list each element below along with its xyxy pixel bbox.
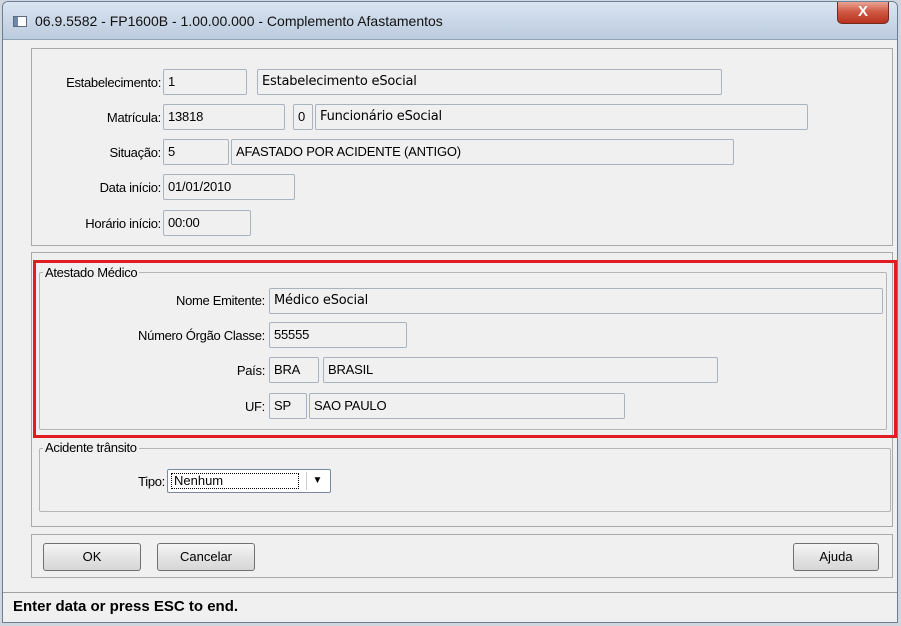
application-window: 06.9.5582 - FP1600B - 1.00.00.000 - Comp… — [2, 1, 898, 623]
data-inicio-label: Data início: — [99, 180, 162, 195]
matricula-digit-field[interactable]: 0 — [293, 104, 313, 130]
tipo-selected-value: Nenhum — [171, 473, 299, 489]
estabelecimento-name-field: Estabelecimento eSocial — [257, 69, 722, 95]
close-button[interactable]: X — [837, 2, 889, 24]
status-message: Enter data or press ESC to end. — [13, 598, 239, 615]
estabelecimento-code-field[interactable]: 1 — [163, 69, 247, 95]
matricula-code-field[interactable]: 13818 — [163, 104, 285, 130]
status-bar: Enter data or press ESC to end. — [3, 592, 897, 622]
data-inicio-field[interactable]: 01/01/2010 — [163, 174, 295, 200]
window-title: 06.9.5582 - FP1600B - 1.00.00.000 - Comp… — [35, 13, 443, 29]
situacao-code-field[interactable]: 5 — [163, 139, 229, 165]
estabelecimento-label: Estabelecimento: — [66, 75, 161, 90]
ok-button[interactable]: OK — [43, 543, 141, 571]
matricula-label: Matrícula: — [106, 110, 161, 125]
cancel-button[interactable]: Cancelar — [157, 543, 255, 571]
situacao-desc-field: AFASTADO POR ACIDENTE (ANTIGO) — [231, 139, 734, 165]
horario-inicio-label: Horário início: — [85, 216, 161, 231]
situacao-label: Situação: — [109, 145, 161, 160]
title-bar: 06.9.5582 - FP1600B - 1.00.00.000 - Comp… — [3, 2, 897, 40]
acidente-transito-legend: Acidente trânsito — [43, 440, 139, 455]
help-button[interactable]: Ajuda — [793, 543, 879, 571]
window-icon — [13, 16, 27, 27]
matricula-name-field: Funcionário eSocial — [315, 104, 808, 130]
horario-inicio-field[interactable]: 00:00 — [163, 210, 251, 236]
tipo-select[interactable]: Nenhum ▼ — [167, 469, 331, 493]
chevron-down-icon[interactable]: ▼ — [306, 472, 328, 490]
tipo-label: Tipo: — [138, 474, 165, 489]
atestado-highlight-frame — [33, 260, 897, 438]
